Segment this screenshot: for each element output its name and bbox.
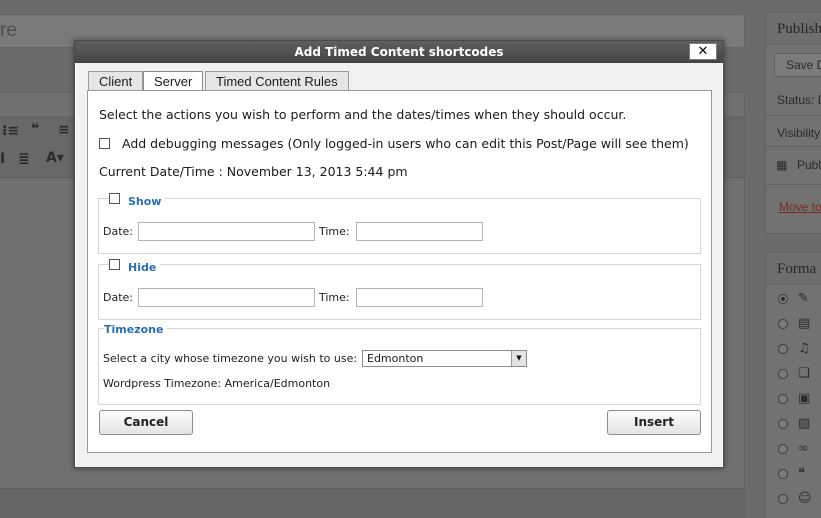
format-radio-aside xyxy=(778,319,788,329)
chat-bubble-icon: ❏ xyxy=(798,366,810,381)
format-radio-chat xyxy=(778,369,788,379)
hide-date-input[interactable] xyxy=(138,288,315,307)
show-legend: Show xyxy=(109,193,166,208)
post-status-label: Status: D xyxy=(777,93,821,107)
editor-status-bar xyxy=(0,488,745,518)
link-icon: ∞ xyxy=(798,441,809,456)
calendar-icon: ▦ xyxy=(776,158,788,172)
current-datetime: Current Date/Time : November 13, 2013 5:… xyxy=(99,164,408,179)
format-box-title: Forma xyxy=(766,253,821,285)
format-radio-quote xyxy=(778,469,788,479)
text-color-icon: A▾ xyxy=(46,150,64,166)
wordpress-timezone: Wordpress Timezone: America/Edmonton xyxy=(103,377,331,390)
hide-checkbox[interactable] xyxy=(109,259,120,270)
format-radio-image xyxy=(778,419,788,429)
close-button[interactable]: ✕ xyxy=(689,43,717,60)
align-left-icon: ≡ xyxy=(58,122,70,138)
publish-box-divider xyxy=(766,115,821,116)
visibility-label: Visibility xyxy=(777,126,821,140)
timezone-select-value: Edmonton xyxy=(367,352,424,365)
save-draft-button: Save D xyxy=(774,53,821,77)
format-radio-audio xyxy=(778,344,788,354)
tab-client[interactable]: Client xyxy=(88,71,144,91)
show-time-label: Time: xyxy=(319,225,350,238)
hide-legend-label: Hide xyxy=(128,261,157,274)
timezone-group: Timezone Select a city whose timezone yo… xyxy=(98,323,701,405)
debug-label: Add debugging messages (Only logged-in u… xyxy=(121,136,689,151)
format-radio-link xyxy=(778,444,788,454)
gallery-icon: ▣ xyxy=(798,391,811,406)
move-to-trash-link: Move to xyxy=(779,200,821,214)
debug-checkbox[interactable] xyxy=(99,138,110,149)
publish-box-divider xyxy=(766,184,821,185)
insert-button[interactable]: Insert xyxy=(607,410,701,435)
show-checkbox[interactable] xyxy=(109,193,120,204)
document-icon: ▤ xyxy=(798,316,811,331)
show-time-input[interactable] xyxy=(356,222,483,241)
status-icon: ☺ xyxy=(798,491,812,506)
music-note-icon: ♫ xyxy=(798,341,810,356)
timed-content-dialog: Add Timed Content shortcodes ✕ Client Se… xyxy=(74,40,724,468)
timezone-legend: Timezone xyxy=(104,323,168,336)
timezone-select-label: Select a city whose timezone you wish to… xyxy=(103,352,358,365)
quote-icon: ❝ xyxy=(798,466,805,481)
show-date-input[interactable] xyxy=(138,222,315,241)
hide-time-label: Time: xyxy=(319,291,350,304)
close-icon: ✕ xyxy=(697,44,709,59)
hide-group: Hide Date: Time: xyxy=(98,259,701,320)
pin-icon: ✎ xyxy=(798,291,809,306)
hide-time-input[interactable] xyxy=(356,288,483,307)
image-icon: ▨ xyxy=(798,416,811,431)
post-title-placeholder: re xyxy=(0,20,17,41)
show-group: Show Date: Time: xyxy=(98,193,701,254)
hide-legend: Hide xyxy=(109,259,161,274)
format-radio-gallery xyxy=(778,394,788,404)
italic-icon: I xyxy=(0,151,6,167)
dialog-title: Add Timed Content shortcodes xyxy=(75,41,723,63)
format-radio-status xyxy=(778,494,788,504)
format-radio-standard xyxy=(778,294,788,304)
align-justify-icon: ≣ xyxy=(18,151,30,167)
server-tab-panel: Select the actions you wish to perform a… xyxy=(87,90,712,453)
show-legend-label: Show xyxy=(128,195,162,208)
numbered-list-icon: ⁝≡ xyxy=(2,123,20,139)
dialog-body: Client Server Timed Content Rules Select… xyxy=(76,63,722,467)
debug-option: Add debugging messages (Only logged-in u… xyxy=(99,136,689,151)
tab-timed-content-rules[interactable]: Timed Content Rules xyxy=(205,71,349,91)
chevron-down-icon: ▼ xyxy=(511,351,526,366)
tab-server[interactable]: Server xyxy=(143,71,204,92)
publish-box-divider xyxy=(766,146,821,147)
format-box: Forma xyxy=(765,252,821,518)
hide-date-label: Date: xyxy=(103,291,133,304)
publish-date-label: Publi xyxy=(797,158,821,172)
show-date-label: Date: xyxy=(103,225,133,238)
timezone-select[interactable]: Edmonton ▼ xyxy=(362,350,527,367)
blockquote-icon: ❝ xyxy=(31,121,40,137)
cancel-button[interactable]: Cancel xyxy=(99,410,193,435)
publish-box-title: Publish xyxy=(766,13,821,45)
intro-text: Select the actions you wish to perform a… xyxy=(99,107,627,122)
